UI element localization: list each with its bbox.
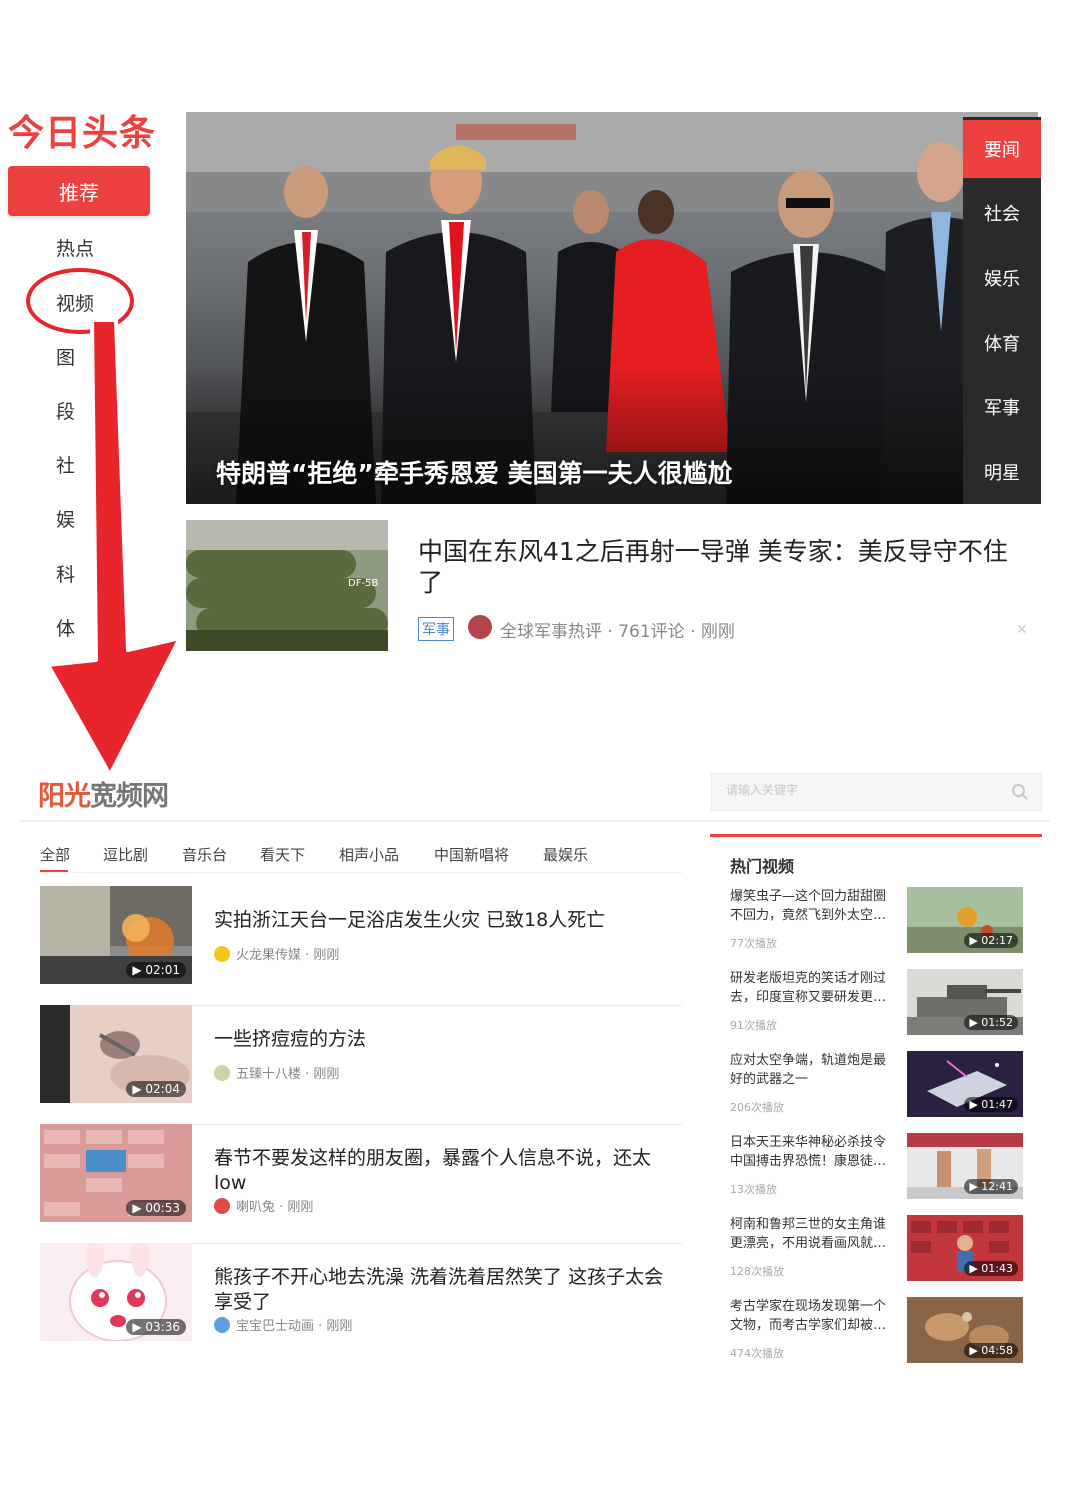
hot-video-thumbnail[interactable]: ▶ 04:58 [907, 1297, 1023, 1363]
hot-video-thumbnail[interactable]: ▶ 12:41 [907, 1133, 1023, 1199]
hot-video-title[interactable]: 柯南和鲁邦三世的女主角谁更漂亮，不用说看画风就… [730, 1215, 896, 1253]
hot-videos-panel: 热门视频 爆笑虫子—这个回力甜甜圈不回力，竟然飞到外太空… 77次播放 ▶ 02… [710, 834, 1042, 1363]
video-thumbnail[interactable]: ▶ 03:36 [40, 1243, 192, 1341]
video-title[interactable]: 实拍浙江天台一足浴店发生火灾 已致18人死亡 [214, 908, 676, 933]
tab-world[interactable]: 看天下 [260, 844, 305, 865]
channel-sports[interactable]: 体育 [963, 314, 1041, 372]
news-title[interactable]: 中国在东风41之后再射一导弹 美专家：美反导守不住了 [418, 536, 1028, 598]
hot-video-title[interactable]: 日本天王来华神秘必杀技令中国搏击界恐慌！康恩徒… [730, 1133, 896, 1171]
source-avatar-icon [468, 615, 492, 639]
hot-video-title[interactable]: 考古学家在现场发现第一个文物，而考古学家们却被… [730, 1297, 896, 1335]
hot-video-title[interactable]: 应对太空争端，轨道炮是最好的武器之一 [730, 1051, 896, 1089]
video-duration: ▶ 02:01 [126, 962, 186, 978]
close-icon[interactable]: ✕ [1016, 622, 1028, 638]
hot-video-item[interactable]: 考古学家在现场发现第一个文物，而考古学家们却被… 474次播放 ▶ 04:58 [730, 1297, 1042, 1379]
video-duration: ▶ 00:53 [126, 1200, 186, 1216]
nav-item-hot[interactable]: 热点 [56, 234, 94, 261]
hot-video-plays: 77次播放 [730, 937, 777, 950]
video-list-item[interactable]: ▶ 02:01 实拍浙江天台一足浴店发生火灾 已致18人死亡 火龙果传媒 · 刚… [40, 886, 682, 1006]
video-title[interactable]: 熊孩子不开心地去洗澡 洗着洗着居然笑了 这孩子太会享受了 [214, 1265, 676, 1315]
video-title[interactable]: 一些挤痘痘的方法 [214, 1027, 676, 1052]
tab-all[interactable]: 全部 [40, 844, 70, 865]
hot-video-title[interactable]: 爆笑虫子—这个回力甜甜圈不回力，竟然飞到外太空… [730, 887, 896, 925]
hot-video-thumbnail[interactable]: ▶ 01:47 [907, 1051, 1023, 1117]
video-list-item[interactable]: ▶ 02:04 一些挤痘痘的方法 五臻十八楼 · 刚刚 [40, 1005, 682, 1125]
hot-video-item[interactable]: 柯南和鲁邦三世的女主角谁更漂亮，不用说看画风就… 128次播放 ▶ 01:43 [730, 1215, 1042, 1297]
search-input[interactable] [724, 782, 998, 798]
hot-video-item[interactable]: 研发老版坦克的笑话才刚过去，印度宣称又要研发更… 91次播放 ▶ 01:52 [730, 969, 1042, 1051]
hot-videos-title: 热门视频 [730, 857, 795, 876]
hot-video-plays: 91次播放 [730, 1019, 777, 1032]
hero-channel-nav: 要闻 社会 娱乐 体育 军事 明星 [963, 117, 1041, 504]
uploader-avatar-icon [214, 946, 230, 962]
tab-crosstalk[interactable]: 相声小品 [339, 844, 399, 865]
active-tab-indicator [40, 870, 68, 872]
video-meta: 宝宝巴士动画 · 刚刚 [214, 1315, 352, 1334]
missile-label: DF-5B [348, 578, 378, 589]
video-duration: ▶ 02:04 [126, 1081, 186, 1097]
uploader-avatar-icon [214, 1198, 230, 1214]
nav-item-recommend[interactable]: 推荐 [8, 166, 150, 216]
search-icon[interactable] [1011, 783, 1029, 801]
down-arrow-annotation [46, 320, 182, 777]
channel-military[interactable]: 军事 [963, 378, 1041, 436]
video-duration: ▶ 03:36 [126, 1319, 186, 1335]
tabs-divider [40, 872, 682, 873]
video-title[interactable]: 春节不要发这样的朋友圈，暴露个人信息不说，还太low [214, 1146, 676, 1196]
news-category-tag[interactable]: 军事 [418, 617, 454, 641]
video-duration: ▶ 01:47 [964, 1097, 1018, 1112]
hot-video-item[interactable]: 应对太空争端，轨道炮是最好的武器之一 206次播放 ▶ 01:47 [730, 1051, 1042, 1133]
uploader-avatar-icon [214, 1317, 230, 1333]
search-box [711, 773, 1042, 811]
hot-video-thumbnail[interactable]: ▶ 01:43 [907, 1215, 1023, 1281]
video-duration: ▶ 02:17 [964, 933, 1018, 948]
hot-video-item[interactable]: 日本天王来华神秘必杀技令中国搏击界恐慌！康恩徒… 13次播放 ▶ 12:41 [730, 1133, 1042, 1215]
hot-video-plays: 206次播放 [730, 1101, 784, 1114]
video-thumbnail[interactable]: ▶ 00:53 [40, 1124, 192, 1222]
yangguang-logo[interactable]: 阳光宽频网 [38, 774, 169, 813]
video-duration: ▶ 01:52 [964, 1015, 1018, 1030]
video-list-item[interactable]: ▶ 03:36 熊孩子不开心地去洗澡 洗着洗着居然笑了 这孩子太会享受了 宝宝巴… [40, 1243, 682, 1362]
video-duration: ▶ 04:58 [964, 1343, 1018, 1358]
video-meta: 喇叭兔 · 刚刚 [214, 1196, 313, 1215]
video-duration: ▶ 01:43 [964, 1261, 1018, 1276]
news-meta: 全球军事热评 · 761评论 · 刚刚 [500, 622, 735, 642]
hot-video-plays: 13次播放 [730, 1183, 777, 1196]
hot-video-plays: 474次播放 [730, 1347, 784, 1360]
logo-part-1: 阳光 [38, 781, 91, 812]
header-divider [20, 820, 1050, 822]
hot-video-thumbnail[interactable]: ▶ 02:17 [907, 887, 1023, 953]
video-duration: ▶ 12:41 [964, 1179, 1018, 1194]
video-meta: 五臻十八楼 · 刚刚 [214, 1063, 339, 1082]
video-thumbnail[interactable]: ▶ 02:01 [40, 886, 192, 984]
video-thumbnail[interactable]: ▶ 02:04 [40, 1005, 192, 1103]
tab-comedy[interactable]: 逗比剧 [103, 844, 148, 865]
tab-new-singers[interactable]: 中国新唱将 [434, 844, 509, 865]
video-meta: 火龙果传媒 · 刚刚 [214, 944, 339, 963]
video-list-item[interactable]: ▶ 00:53 春节不要发这样的朋友圈，暴露个人信息不说，还太low 喇叭兔 ·… [40, 1124, 682, 1244]
tab-music[interactable]: 音乐台 [182, 844, 227, 865]
hero-caption[interactable]: 特朗普“拒绝”牵手秀恩爱 美国第一夫人很尴尬 [216, 454, 733, 490]
logo-part-2: 宽频网 [90, 781, 169, 812]
hero-image [186, 112, 1038, 504]
channel-celebrity[interactable]: 明星 [963, 443, 1041, 501]
toutiao-logo[interactable]: 今日头条 [8, 104, 156, 156]
news-thumbnail[interactable]: DF-5B [186, 520, 388, 651]
hot-video-title[interactable]: 研发老版坦克的笑话才刚过去，印度宣称又要研发更… [730, 969, 896, 1007]
hot-video-item[interactable]: 爆笑虫子—这个回力甜甜圈不回力，竟然飞到外太空… 77次播放 ▶ 02:17 [730, 887, 1042, 969]
tab-entertainment[interactable]: 最娱乐 [543, 844, 588, 865]
channel-society[interactable]: 社会 [963, 184, 1041, 242]
channel-important[interactable]: 要闻 [963, 120, 1041, 178]
hero-banner[interactable]: 特朗普“拒绝”牵手秀恩爱 美国第一夫人很尴尬 [186, 112, 1038, 504]
hot-video-thumbnail[interactable]: ▶ 01:52 [907, 969, 1023, 1035]
channel-entertainment[interactable]: 娱乐 [963, 249, 1041, 307]
hot-video-plays: 128次播放 [730, 1265, 784, 1278]
uploader-avatar-icon [214, 1065, 230, 1081]
